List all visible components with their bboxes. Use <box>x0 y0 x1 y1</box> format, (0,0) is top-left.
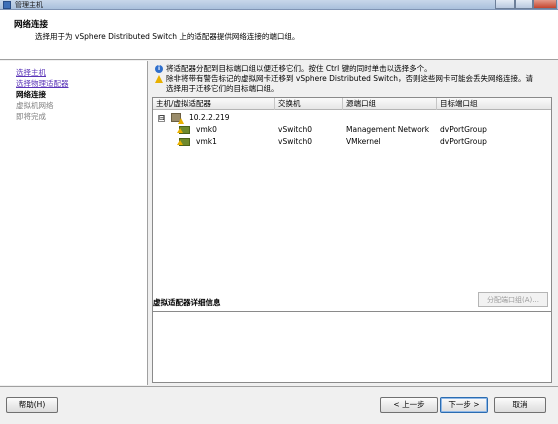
warning-text-line2: 选择用于迁移它们的目标端口组。 <box>166 84 279 93</box>
column-header-switch[interactable]: 交换机 <box>275 98 343 110</box>
cancel-button[interactable]: 取消 <box>494 397 546 413</box>
maximize-button[interactable] <box>515 0 533 9</box>
tip-text: 将适配器分配到目标端口组以便迁移它们。按住 Ctrl 键的同时单击以选择多个。 <box>166 64 432 73</box>
table-row-host[interactable]: ⊟ 10.2.2.219 <box>153 112 551 124</box>
page-title: 网络连接 <box>14 20 49 30</box>
step-vm-networking: 虚拟机网络 <box>16 101 54 110</box>
step-ready-to-complete: 即将完成 <box>16 112 46 121</box>
tip-message: i 将适配器分配到目标端口组以便迁移它们。按住 Ctrl 键的同时单击以选择多个… <box>155 64 555 74</box>
warning-message: 除非将带有警告标记的虚拟网卡迁移到 vSphere Distributed Sw… <box>155 74 555 94</box>
table-row[interactable]: vmk1 vSwitch0 VMkernel dvPortGroup <box>153 136 551 148</box>
details-section-title: 虚拟适配器详细信息 <box>153 298 221 307</box>
column-header-target-portgroup[interactable]: 目标端口组 <box>437 98 551 110</box>
table-header: 主机/虚拟适配器 交换机 源端口组 目标端口组 <box>153 98 551 110</box>
host-name: 10.2.2.219 <box>189 113 230 122</box>
title-bar: 管理主机 <box>0 0 558 10</box>
adapter-target-portgroup: dvPortGroup <box>440 125 487 134</box>
info-messages: i 将适配器分配到目标端口组以便迁移它们。按住 Ctrl 键的同时单击以选择多个… <box>155 64 555 94</box>
page-subtitle: 选择用于为 vSphere Distributed Switch 上的适配器提供… <box>35 32 300 41</box>
warning-text-line1: 除非将带有警告标记的虚拟网卡迁移到 vSphere Distributed Sw… <box>166 74 534 83</box>
adapter-source-portgroup: Management Network <box>346 125 430 134</box>
collapse-icon[interactable]: ⊟ <box>158 115 165 122</box>
adapter-switch: vSwitch0 <box>278 137 313 146</box>
adapter-switch: vSwitch0 <box>278 125 313 134</box>
step-select-host[interactable]: 选择主机 <box>16 67 147 78</box>
adapter-target-portgroup: dvPortGroup <box>440 137 487 146</box>
wizard-header: 网络连接 选择用于为 vSphere Distributed Switch 上的… <box>0 10 558 60</box>
warning-icon <box>155 75 163 83</box>
column-header-adapter[interactable]: 主机/虚拟适配器 <box>153 98 275 110</box>
adapter-name: vmk1 <box>196 137 217 146</box>
host-warning-icon <box>171 113 184 124</box>
back-button[interactable]: < 上一步 <box>380 397 438 413</box>
app-icon <box>3 1 11 9</box>
adapter-source-portgroup: VMkernel <box>346 137 381 146</box>
step-network-connectivity: 网络连接 <box>16 90 46 99</box>
column-header-source-portgroup[interactable]: 源端口组 <box>343 98 437 110</box>
minimize-button[interactable] <box>495 0 515 9</box>
adapter-name: vmk0 <box>196 125 217 134</box>
table-row[interactable]: vmk0 vSwitch0 Management Network dvPortG… <box>153 124 551 136</box>
adapter-table: 主机/虚拟适配器 交换机 源端口组 目标端口组 ⊟ 10.2.2.219 vmk… <box>152 97 552 346</box>
close-button[interactable] <box>533 0 557 9</box>
details-panel <box>152 311 552 383</box>
wizard-steps: 选择主机 选择物理适配器 网络连接 虚拟机网络 即将完成 <box>0 61 148 385</box>
vmkernel-nic-warning-icon <box>177 126 190 134</box>
window-title: 管理主机 <box>15 1 43 9</box>
next-button[interactable]: 下一步 > <box>440 397 488 413</box>
wizard-footer: 帮助(H) < 上一步 下一步 > 取消 <box>0 386 558 424</box>
vmkernel-nic-warning-icon <box>177 138 190 146</box>
step-select-physical-adapters[interactable]: 选择物理适配器 <box>16 78 147 89</box>
main-content: i 将适配器分配到目标端口组以便迁移它们。按住 Ctrl 键的同时单击以选择多个… <box>149 61 558 385</box>
help-button[interactable]: 帮助(H) <box>6 397 58 413</box>
info-icon: i <box>155 65 163 73</box>
assign-portgroup-button[interactable]: 分配端口组(A)... <box>478 292 548 307</box>
